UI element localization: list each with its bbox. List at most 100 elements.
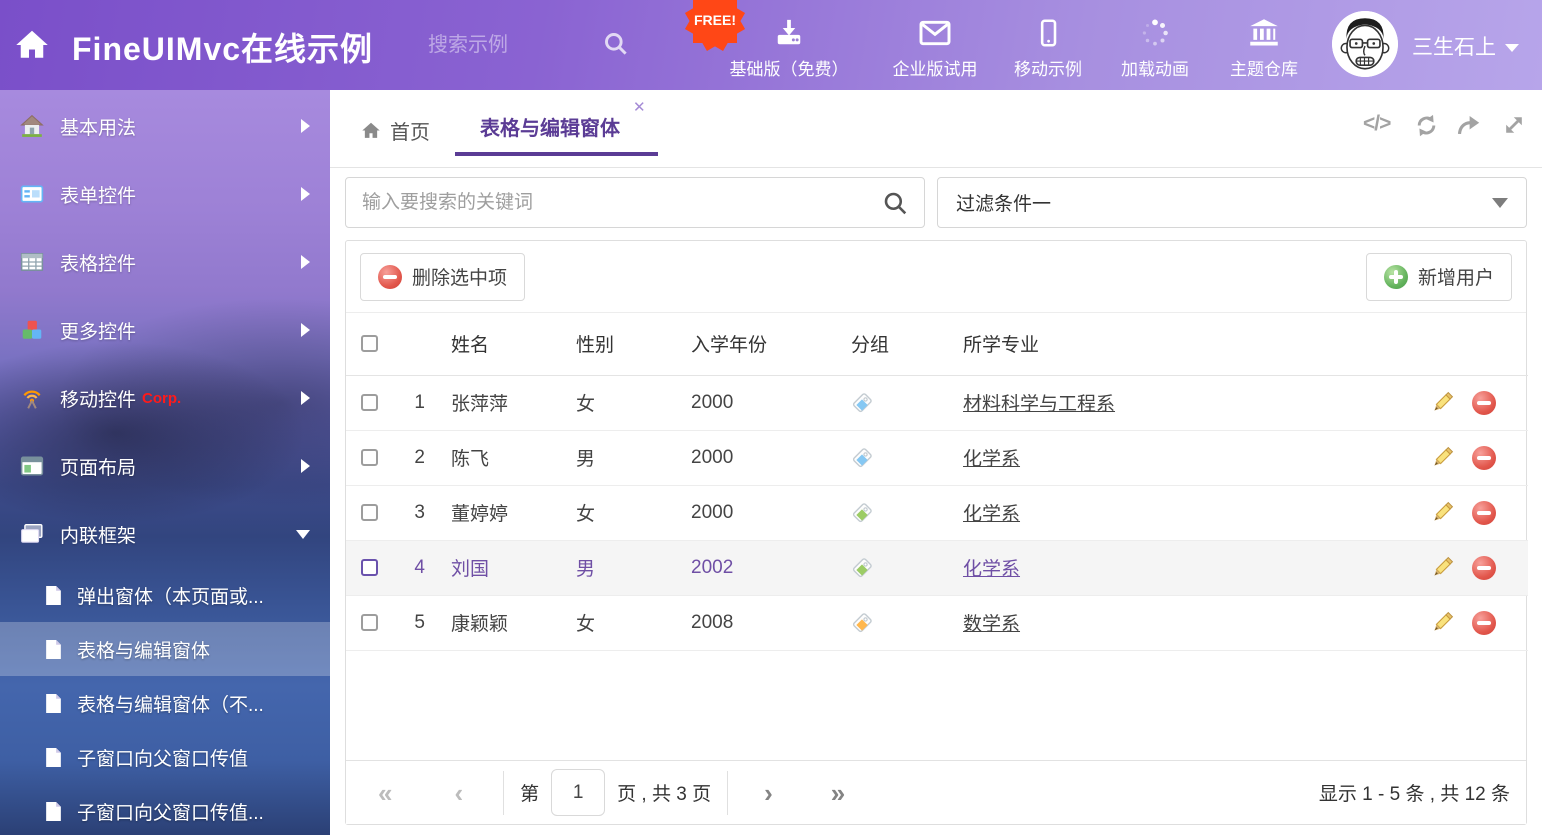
last-page-button[interactable]: » xyxy=(831,780,845,806)
sidebar-item-more-controls[interactable]: 更多控件 xyxy=(0,296,330,364)
grid-panel: 删除选中项 新增用户 姓名 性别 入学年份 分组 所学专业 xyxy=(345,240,1527,825)
keyword-search-input[interactable] xyxy=(346,192,882,214)
sidebar-subitem-child-to-parent-2[interactable]: 子窗口向父窗口传值... xyxy=(0,784,330,835)
row-checkbox[interactable] xyxy=(361,614,378,631)
table-row[interactable]: 1 张萍萍 女 2000 材料科学与工程系 xyxy=(346,375,1528,430)
first-page-button[interactable]: « xyxy=(378,780,392,806)
view-source-button[interactable]: </> xyxy=(1363,112,1390,136)
search-icon[interactable] xyxy=(882,190,908,216)
sidebar-item-page-layout[interactable]: 页面布局 xyxy=(0,432,330,500)
divider xyxy=(503,771,504,815)
filter-dropdown-value: 过滤条件一 xyxy=(956,189,1051,216)
sidebar-subitem-popup-window[interactable]: 弹出窗体（本页面或... xyxy=(0,568,330,622)
tab-bar: 首页 表格与编辑窗体 ✕ </> xyxy=(330,90,1542,168)
frames-icon xyxy=(20,522,44,546)
sidebar-item-basic-usage[interactable]: 基本用法 xyxy=(0,92,330,160)
sidebar-subitem-grid-edit-window-2[interactable]: 表格与编辑窗体（不... xyxy=(0,676,330,730)
filter-dropdown[interactable]: 过滤条件一 xyxy=(937,177,1527,228)
cell-gender: 女 xyxy=(564,485,679,540)
sidebar-subitem-grid-edit-window[interactable]: 表格与编辑窗体 xyxy=(0,622,330,676)
edit-icon[interactable] xyxy=(1429,445,1455,471)
cell-gender: 女 xyxy=(564,375,679,430)
row-checkbox[interactable] xyxy=(361,559,378,576)
major-link[interactable]: 化学系 xyxy=(963,449,1020,470)
free-badge-label: FREE! xyxy=(686,12,744,28)
home-icon[interactable] xyxy=(14,27,50,63)
cell-name: 康颖颖 xyxy=(439,595,564,650)
major-link[interactable]: 化学系 xyxy=(963,504,1020,525)
major-link[interactable]: 化学系 xyxy=(963,559,1020,580)
app-header: FineUIMvc在线示例 FREE! 基础版（免费） 企业版试用 移动示例 xyxy=(0,0,1542,90)
row-checkbox[interactable] xyxy=(361,394,378,411)
user-menu[interactable]: 三生石上 xyxy=(1412,31,1519,61)
expand-button[interactable] xyxy=(1501,112,1527,138)
avatar[interactable] xyxy=(1332,11,1398,77)
delete-icon[interactable] xyxy=(1472,501,1496,525)
table-row[interactable]: 2 陈飞 男 2000 化学系 xyxy=(346,430,1528,485)
delete-icon[interactable] xyxy=(1472,391,1496,415)
col-header-index xyxy=(391,313,439,375)
refresh-button[interactable] xyxy=(1413,112,1440,139)
page-suffix-label: 页 , 共 3 页 xyxy=(617,779,711,806)
cell-year: 2002 xyxy=(679,540,849,595)
minus-icon xyxy=(378,265,402,289)
edit-icon[interactable] xyxy=(1429,610,1455,636)
sidebar: 基本用法 表单控件 表格控件 更多控件 xyxy=(0,90,330,835)
nav-item-loading-animation[interactable]: 加载动画 xyxy=(1100,0,1210,90)
edit-icon[interactable] xyxy=(1429,500,1455,526)
tag-icon xyxy=(851,557,961,579)
row-checkbox[interactable] xyxy=(361,504,378,521)
cubes-icon xyxy=(20,318,44,342)
sidebar-item-label: 表单控件 xyxy=(60,181,136,208)
edit-icon[interactable] xyxy=(1429,390,1455,416)
sidebar-item-form-controls[interactable]: 表单控件 xyxy=(0,160,330,228)
select-all-checkbox[interactable] xyxy=(361,335,378,352)
prev-page-button[interactable]: ‹ xyxy=(454,780,463,806)
delete-icon[interactable] xyxy=(1472,446,1496,470)
sidebar-item-label: 页面布局 xyxy=(60,453,136,480)
major-link[interactable]: 材料科学与工程系 xyxy=(963,394,1115,415)
col-header-group: 分组 xyxy=(849,313,961,375)
delete-icon[interactable] xyxy=(1472,611,1496,635)
tab-home-label: 首页 xyxy=(390,116,430,145)
tag-icon xyxy=(851,447,961,469)
envelope-icon xyxy=(919,18,951,48)
share-button[interactable] xyxy=(1455,112,1482,139)
sidebar-item-grid-controls[interactable]: 表格控件 xyxy=(0,228,330,296)
search-icon[interactable] xyxy=(602,30,629,57)
table-row[interactable]: 3 董婷婷 女 2000 化学系 xyxy=(346,485,1528,540)
sidebar-item-label: 表格控件 xyxy=(60,249,136,276)
close-icon[interactable]: ✕ xyxy=(633,98,646,116)
sidebar-item-label: 内联框架 xyxy=(60,521,136,548)
nav-item-theme-repo[interactable]: 主题仓库 xyxy=(1209,0,1319,90)
major-link[interactable]: 数学系 xyxy=(963,614,1020,635)
row-index: 4 xyxy=(391,540,439,595)
page-number-input[interactable] xyxy=(551,769,605,816)
table-row-selected[interactable]: 4 刘国 男 2002 化学系 xyxy=(346,540,1528,595)
delete-icon[interactable] xyxy=(1472,556,1496,580)
download-icon xyxy=(774,18,804,48)
nav-label: 企业版试用 xyxy=(893,55,978,80)
table-row[interactable]: 5 康颖颖 女 2008 数学系 xyxy=(346,595,1528,650)
page-icon xyxy=(44,639,63,660)
next-page-button[interactable]: › xyxy=(764,780,773,806)
delete-selected-button[interactable]: 删除选中项 xyxy=(360,253,525,301)
sidebar-subitem-child-to-parent[interactable]: 子窗口向父窗口传值 xyxy=(0,730,330,784)
edit-icon[interactable] xyxy=(1429,555,1455,581)
record-summary: 显示 1 - 5 条 , 共 12 条 xyxy=(1319,779,1510,806)
header-search-input[interactable] xyxy=(428,28,593,62)
nav-item-mobile-demo[interactable]: 移动示例 xyxy=(993,0,1103,90)
username-label: 三生石上 xyxy=(1412,31,1496,61)
chevron-right-icon xyxy=(301,459,310,473)
sidebar-item-mobile-controls[interactable]: 移动控件 Corp. xyxy=(0,364,330,432)
nav-item-enterprise-trial[interactable]: 企业版试用 xyxy=(873,0,997,90)
nav-label: 移动示例 xyxy=(1014,55,1082,80)
cell-name: 张萍萍 xyxy=(439,375,564,430)
tab-grid-edit-window[interactable]: 表格与编辑窗体 ✕ xyxy=(455,90,658,168)
tab-home[interactable]: 首页 xyxy=(360,116,430,145)
add-user-button[interactable]: 新增用户 xyxy=(1366,253,1512,301)
row-checkbox[interactable] xyxy=(361,449,378,466)
share-icon xyxy=(1455,112,1482,139)
app-title[interactable]: FineUIMvc在线示例 xyxy=(72,24,373,70)
sidebar-item-iframe[interactable]: 内联框架 xyxy=(0,500,330,568)
